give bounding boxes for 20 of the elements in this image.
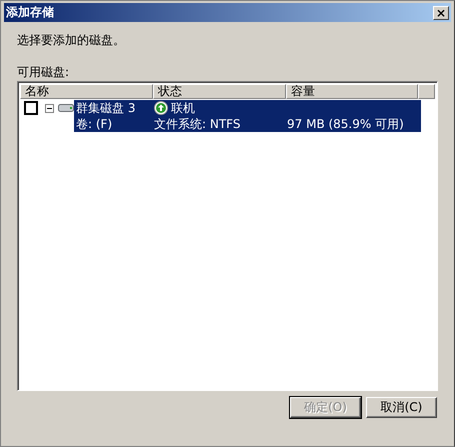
dialog-button[interactable]: 取消(C) xyxy=(366,397,437,418)
disk-list[interactable]: 名称 状态 容量 群集磁盘 3 联机 卷: (F) 文件系统: NTFS 97 MB (85.9% 可用) xyxy=(17,81,438,391)
filesystem-text: 文件系统: NTFS xyxy=(154,116,242,132)
header-filler xyxy=(418,84,435,99)
selected-row[interactable]: 群集磁盘 3 联机 卷: (F) 文件系统: NTFS 97 MB (85.9% 可用) xyxy=(74,100,421,132)
checkbox[interactable] xyxy=(24,101,38,115)
column-header[interactable]: 容量 xyxy=(286,84,418,99)
column-header[interactable]: 名称 xyxy=(20,84,153,99)
status-text: 联机 xyxy=(171,100,195,116)
disk-drive-icon xyxy=(58,104,74,112)
capacity-text: 97 MB (85.9% 可用) xyxy=(287,116,405,132)
disk-name: 群集磁盘 3 xyxy=(76,100,136,116)
online-arrow-icon xyxy=(154,101,168,115)
close-button[interactable]: × xyxy=(433,6,449,20)
window-title: 添加存储 xyxy=(6,4,54,21)
column-header[interactable]: 状态 xyxy=(153,84,286,99)
volume-text: 卷: (F) xyxy=(76,116,114,132)
instruction-text: 选择要添加的磁盘。 xyxy=(17,32,126,48)
collapse-icon[interactable] xyxy=(45,104,54,112)
list-label: 可用磁盘: xyxy=(17,64,70,78)
